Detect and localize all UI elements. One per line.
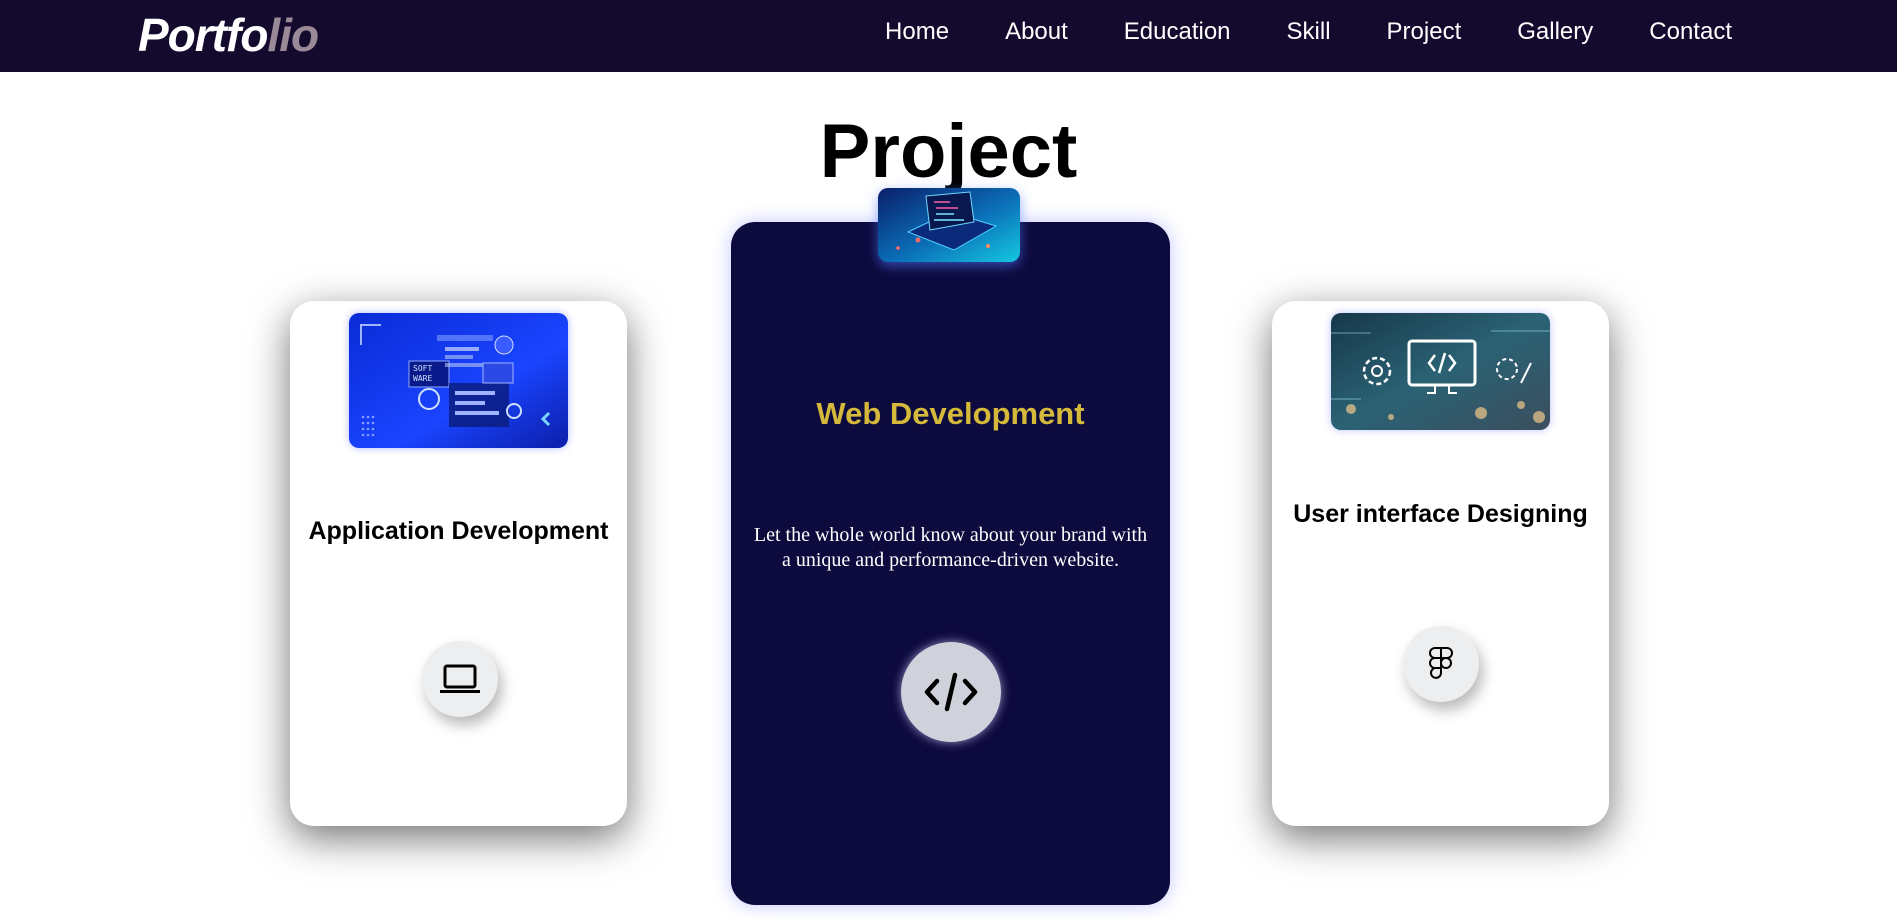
code-icon[interactable] xyxy=(901,642,1001,742)
software-coding-image: SOFT WARE xyxy=(349,313,568,448)
laptop-icon[interactable] xyxy=(422,641,498,717)
card-title: Web Development xyxy=(816,396,1085,431)
card-title: Application Development xyxy=(308,517,609,545)
nav-link-home[interactable]: Home xyxy=(885,18,949,46)
project-card-app-dev[interactable]: SOFT WARE Application Development xyxy=(290,301,627,826)
card-description: Let the whole world know about your bran… xyxy=(753,524,1148,571)
nav-link-contact[interactable]: Contact xyxy=(1649,18,1732,46)
nav-link-gallery[interactable]: Gallery xyxy=(1517,18,1593,46)
page-title: Project xyxy=(819,109,1078,194)
nav-link-education[interactable]: Education xyxy=(1124,18,1231,46)
nav-menu: Home About Education Skill Project Galle… xyxy=(885,18,1732,46)
logo-part-2: lio xyxy=(267,9,319,61)
project-card-ui-design[interactable]: User interface Designing xyxy=(1272,301,1609,826)
nav-link-skill[interactable]: Skill xyxy=(1287,18,1331,46)
svg-text:SOFT: SOFT xyxy=(413,364,432,373)
logo-part-1: Portfo xyxy=(138,9,268,61)
svg-text:WARE: WARE xyxy=(413,374,432,383)
figma-icon[interactable] xyxy=(1403,626,1479,702)
ui-code-monitor-image xyxy=(1331,313,1550,430)
logo[interactable]: Portfolio xyxy=(138,8,319,62)
nav-link-project[interactable]: Project xyxy=(1387,18,1462,46)
card-title: User interface Designing xyxy=(1293,500,1588,528)
project-card-web-dev[interactable]: Web Development Let the whole world know… xyxy=(731,222,1170,905)
laptop-code-image xyxy=(878,188,1020,262)
nav-link-about[interactable]: About xyxy=(1005,18,1068,46)
navbar: Portfolio Home About Education Skill Pro… xyxy=(0,0,1897,72)
